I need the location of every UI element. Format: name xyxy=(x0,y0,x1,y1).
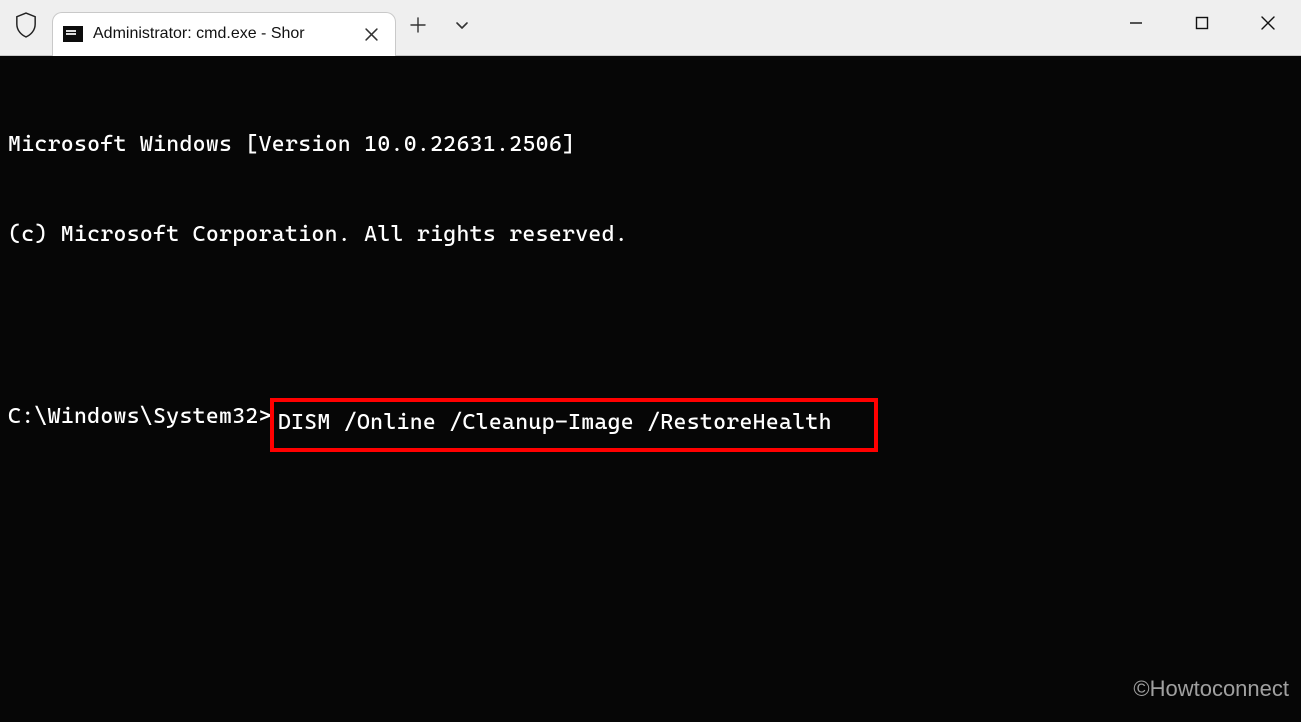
close-icon xyxy=(1261,16,1275,35)
close-button[interactable] xyxy=(1235,0,1301,50)
maximize-button[interactable] xyxy=(1169,0,1235,50)
minimize-icon xyxy=(1129,16,1143,35)
terminal-body[interactable]: Microsoft Windows [Version 10.0.22631.25… xyxy=(0,56,1301,722)
windows-version-line: Microsoft Windows [Version 10.0.22631.25… xyxy=(8,130,1293,160)
shield-icon xyxy=(15,12,37,43)
command-highlight-box: DISM /Online /Cleanup-Image /RestoreHeal… xyxy=(270,398,878,452)
chevron-down-icon xyxy=(454,17,470,38)
command-text: DISM /Online /Cleanup-Image /RestoreHeal… xyxy=(278,410,832,435)
active-tab[interactable]: Administrator: cmd.exe - Shor xyxy=(52,12,396,56)
title-bar: Administrator: cmd.exe - Shor xyxy=(0,0,1301,56)
tab-dropdown-button[interactable] xyxy=(440,6,484,50)
new-tab-button[interactable] xyxy=(396,6,440,50)
uac-shield-cell xyxy=(0,0,52,55)
prompt-text: C:\Windows\System32> xyxy=(8,404,272,429)
titlebar-left: Administrator: cmd.exe - Shor xyxy=(0,0,484,55)
tab-close-button[interactable] xyxy=(357,20,385,48)
app-window: Administrator: cmd.exe - Shor xyxy=(0,0,1301,722)
tab-title: Administrator: cmd.exe - Shor xyxy=(93,25,347,43)
window-controls xyxy=(1103,0,1301,55)
terminal-icon xyxy=(63,26,83,42)
command-line: C:\Windows\System32>DISM /Online /Cleanu… xyxy=(8,400,1293,446)
plus-icon xyxy=(410,17,426,38)
minimize-button[interactable] xyxy=(1103,0,1169,50)
copyright-line: (c) Microsoft Corporation. All rights re… xyxy=(8,220,1293,250)
maximize-icon xyxy=(1195,16,1209,35)
blank-line xyxy=(8,310,1293,340)
watermark: ©Howtoconnect xyxy=(1133,674,1289,704)
